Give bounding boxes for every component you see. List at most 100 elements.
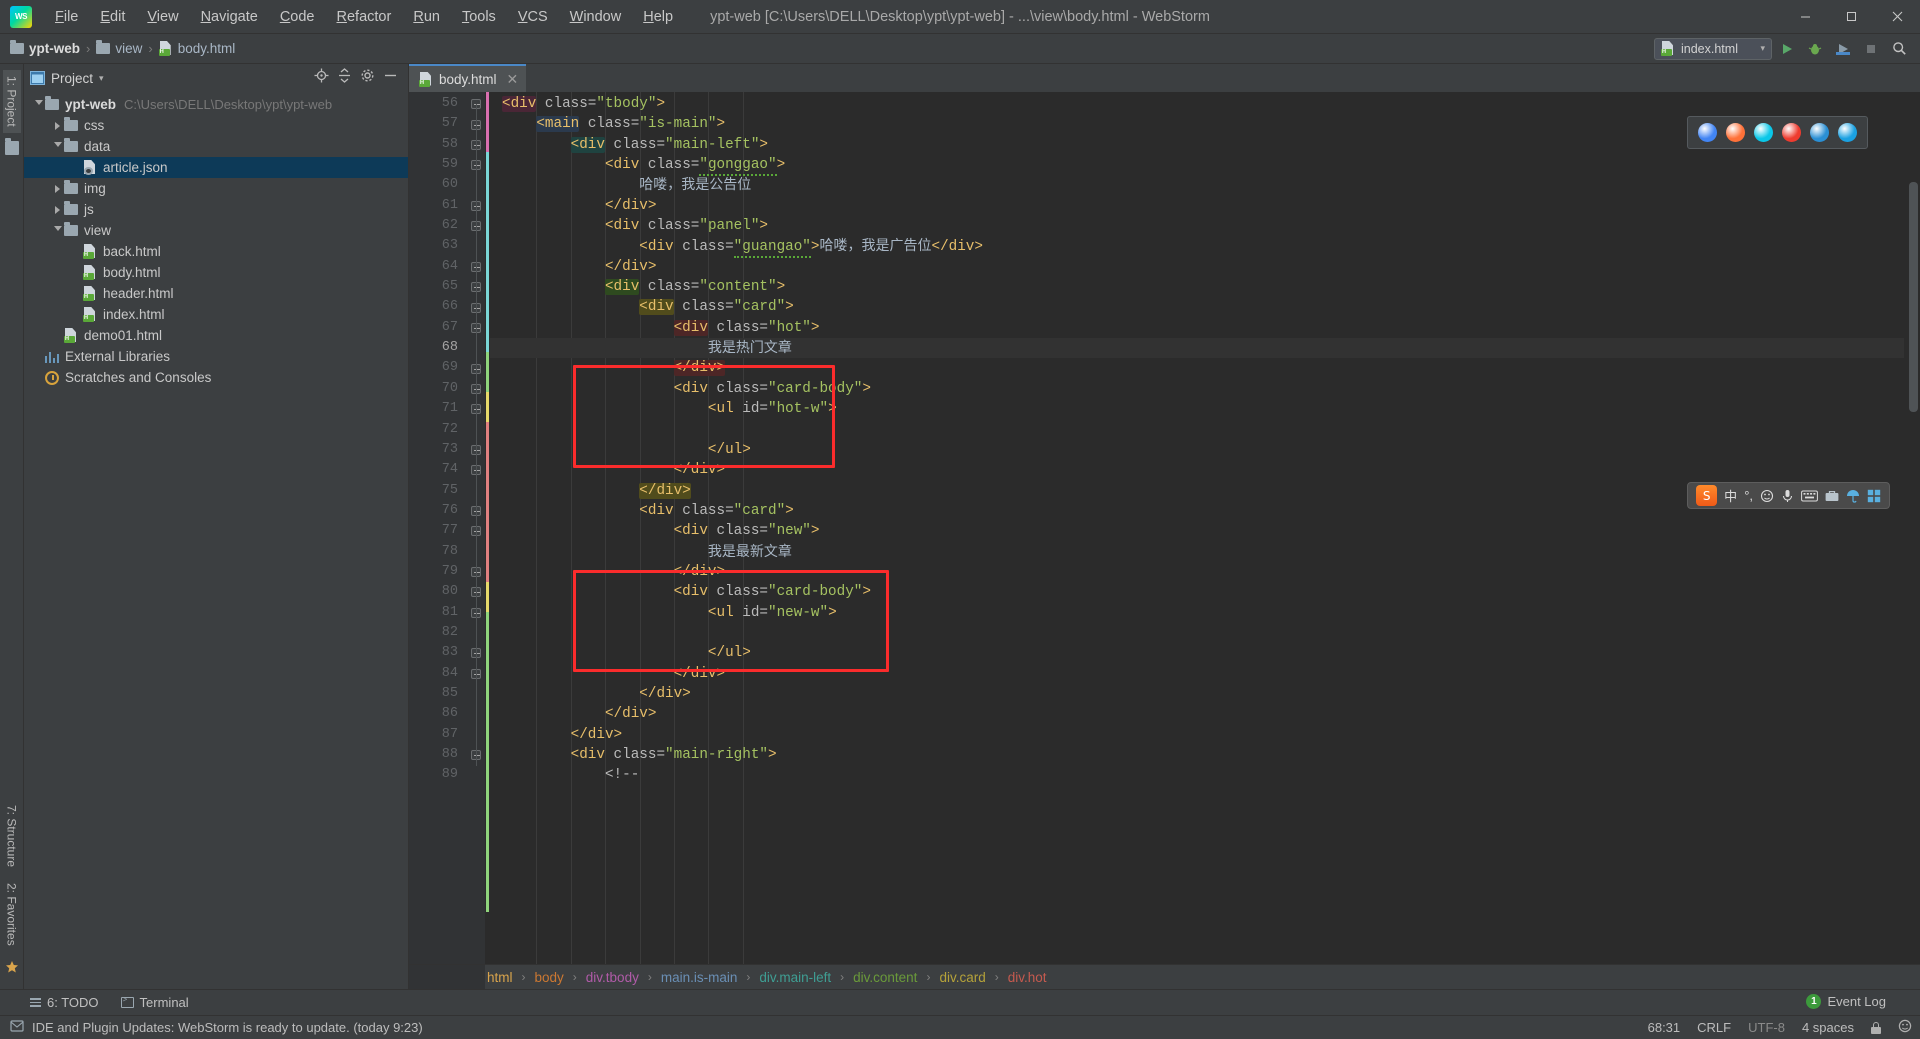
code-line[interactable]: 我是最新文章: [490, 542, 1904, 562]
ime-item-°,[interactable]: °,: [1744, 488, 1753, 503]
tree-node-index-html[interactable]: Hindex.html: [24, 304, 408, 325]
smiley-icon[interactable]: [1760, 489, 1774, 503]
editor-breadcrumb-html[interactable]: html: [485, 970, 515, 985]
menu-item-navigate[interactable]: Navigate: [190, 5, 269, 29]
browser-launch-popup[interactable]: [1687, 116, 1868, 149]
read-only-lock-icon[interactable]: [1871, 1021, 1881, 1034]
code-line[interactable]: 哈喽，我是公告位: [490, 175, 1904, 195]
editor-breadcrumb-div-card[interactable]: div.card: [937, 970, 987, 985]
line-number[interactable]: 83: [409, 643, 467, 663]
code-line[interactable]: <div class="hot">: [490, 318, 1904, 338]
line-number[interactable]: 89: [409, 765, 467, 785]
maximize-button[interactable]: [1828, 0, 1874, 34]
line-number[interactable]: 74: [409, 460, 467, 480]
code-line[interactable]: </div>: [490, 725, 1904, 745]
code-line[interactable]: <div class="content">: [490, 277, 1904, 297]
tree-expander[interactable]: [51, 121, 64, 130]
code-line[interactable]: <div class="tbody">: [490, 94, 1904, 114]
tree-node-external-libraries[interactable]: External Libraries: [24, 346, 408, 367]
ie-icon[interactable]: [1838, 123, 1857, 142]
line-number[interactable]: 88: [409, 745, 467, 765]
menu-item-window[interactable]: Window: [559, 5, 633, 29]
code-line[interactable]: <div class="card-body">: [490, 582, 1904, 602]
line-number[interactable]: 65: [409, 277, 467, 297]
editor-scrollbar[interactable]: [1907, 92, 1920, 964]
inspection-face-icon[interactable]: [1898, 1019, 1912, 1036]
code-editor[interactable]: <div class="tbody"> <main class="is-main…: [490, 92, 1904, 964]
tree-node-ypt-web[interactable]: ypt-web C:\Users\DELL\Desktop\ypt\ypt-web: [24, 94, 408, 115]
line-separator[interactable]: CRLF: [1697, 1020, 1731, 1035]
menu-item-code[interactable]: Code: [269, 5, 326, 29]
tree-node-demo01-html[interactable]: Hdemo01.html: [24, 325, 408, 346]
umbrella-icon[interactable]: [1846, 489, 1860, 503]
edge-icon[interactable]: [1810, 123, 1829, 142]
ime-toolbar[interactable]: S 中 °,: [1687, 482, 1890, 509]
close-button[interactable]: [1874, 0, 1920, 34]
tree-node-back-html[interactable]: Hback.html: [24, 241, 408, 262]
line-number[interactable]: 57: [409, 114, 467, 134]
code-line[interactable]: <div class="gonggao">: [490, 155, 1904, 177]
code-text[interactable]: <div class="tbody"> <main class="is-main…: [490, 92, 1904, 786]
tree-node-img[interactable]: img: [24, 178, 408, 199]
code-line[interactable]: <div class="guangao">哈喽，我是广告位</div>: [490, 236, 1904, 259]
tree-node-article-json[interactable]: article.json: [24, 157, 408, 178]
code-line[interactable]: <div class="panel">: [490, 216, 1904, 236]
line-number[interactable]: 86: [409, 704, 467, 724]
code-line[interactable]: <div class="new">: [490, 521, 1904, 541]
rail-item-favorites[interactable]: 2: Favorites: [3, 877, 21, 952]
line-number[interactable]: 75: [409, 481, 467, 501]
code-line[interactable]: 我是热门文章: [490, 338, 1904, 359]
line-number[interactable]: 56: [409, 94, 467, 114]
line-number[interactable]: 85: [409, 684, 467, 704]
editor-breadcrumb-main-is-main[interactable]: main.is-main: [659, 970, 740, 985]
ime-item-中[interactable]: 中: [1724, 486, 1737, 505]
menu-item-help[interactable]: Help: [632, 5, 684, 29]
line-number[interactable]: 78: [409, 542, 467, 562]
line-number[interactable]: 70: [409, 379, 467, 399]
edge-legacy-icon[interactable]: [1754, 123, 1773, 142]
menu-item-vcs[interactable]: VCS: [507, 5, 559, 29]
menu-item-tools[interactable]: Tools: [451, 5, 507, 29]
project-tree[interactable]: ypt-web C:\Users\DELL\Desktop\ypt\ypt-web…: [24, 92, 408, 989]
tree-node-js[interactable]: js: [24, 199, 408, 220]
menu-item-edit[interactable]: Edit: [89, 5, 136, 29]
collapse-all-icon[interactable]: [337, 68, 352, 88]
code-folding-gutter[interactable]: [467, 92, 485, 964]
line-number[interactable]: 77: [409, 521, 467, 541]
project-panel-chevron-icon[interactable]: ▾: [99, 73, 104, 84]
tree-expander[interactable]: [51, 184, 64, 193]
hide-panel-icon[interactable]: [383, 68, 398, 88]
line-number[interactable]: 76: [409, 501, 467, 521]
code-line[interactable]: </div>: [490, 664, 1904, 684]
toolbox-icon[interactable]: [1825, 490, 1839, 502]
stop-button[interactable]: [1858, 37, 1884, 61]
breadcrumb-item-ypt-web[interactable]: ypt-web: [10, 40, 80, 56]
menu-item-run[interactable]: Run: [402, 5, 451, 29]
tree-node-view[interactable]: view: [24, 220, 408, 241]
editor-breadcrumb-div-main-left[interactable]: div.main-left: [757, 970, 833, 985]
code-line[interactable]: <div class="main-right">: [490, 745, 1904, 765]
tree-expander[interactable]: [51, 205, 64, 214]
editor-breadcrumb-div-hot[interactable]: div.hot: [1006, 970, 1049, 985]
rail-folder-icon[interactable]: [4, 137, 19, 155]
line-number[interactable]: 59: [409, 155, 467, 175]
line-number[interactable]: 79: [409, 562, 467, 582]
grid-icon[interactable]: [1867, 489, 1881, 503]
fold-marker[interactable]: [467, 765, 485, 785]
tree-expander[interactable]: [51, 226, 64, 235]
line-number[interactable]: 67: [409, 318, 467, 338]
line-number[interactable]: 64: [409, 257, 467, 277]
favorites-star-icon[interactable]: [5, 960, 19, 979]
line-number[interactable]: 87: [409, 725, 467, 745]
rail-item-structure[interactable]: 7: Structure: [3, 799, 21, 873]
line-number[interactable]: 81: [409, 603, 467, 623]
editor-breadcrumb-div-content[interactable]: div.content: [851, 970, 919, 985]
rail-item-project[interactable]: 1: Project: [2, 70, 21, 133]
code-line[interactable]: <ul id="new-w">: [490, 603, 1904, 623]
code-line[interactable]: <div class="card">: [490, 297, 1904, 317]
code-line[interactable]: </div>: [490, 257, 1904, 277]
menu-item-file[interactable]: File: [44, 5, 89, 29]
code-line[interactable]: </div>: [490, 704, 1904, 724]
notification-icon[interactable]: [10, 1019, 24, 1036]
mic-icon[interactable]: [1781, 489, 1794, 503]
